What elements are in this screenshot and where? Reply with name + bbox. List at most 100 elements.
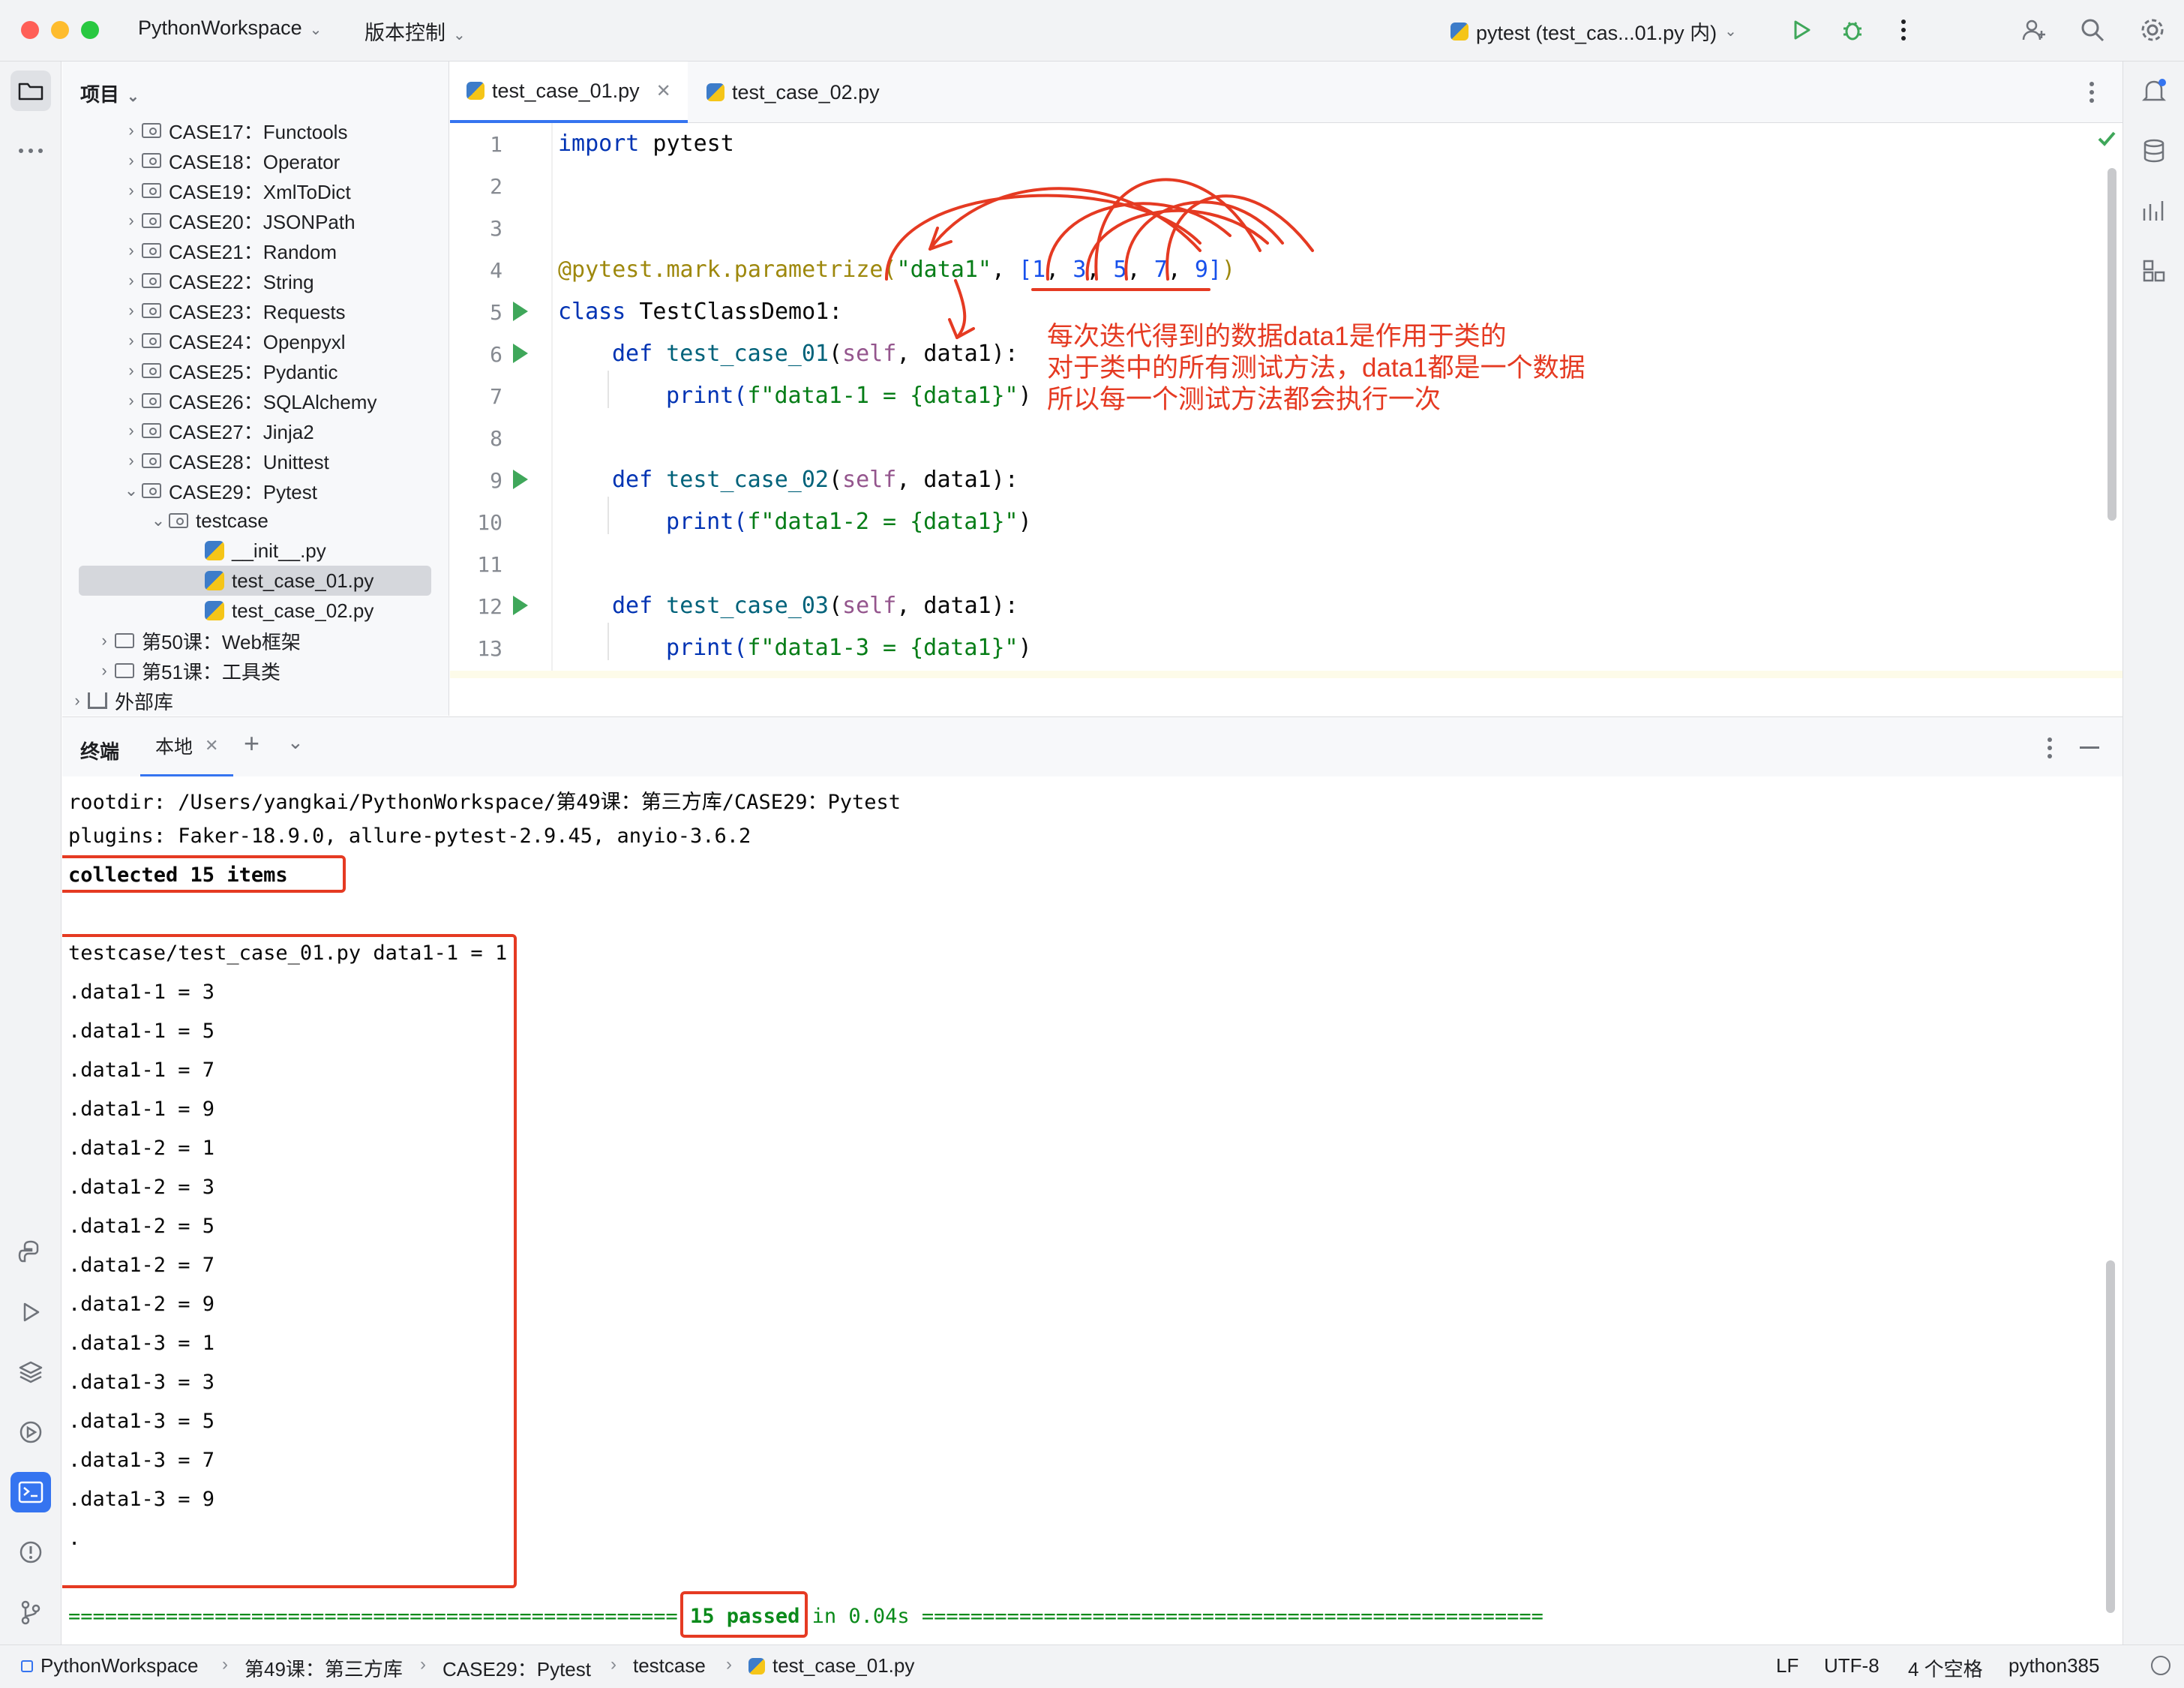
terminal-options-icon[interactable] (2047, 737, 2053, 763)
tab-test-case-02[interactable]: test_case_02.py (690, 62, 896, 123)
package-icon (142, 303, 161, 318)
tree-item-case27[interactable]: › CASE27：Jinja2 (121, 416, 314, 446)
structure-icon[interactable] (2137, 254, 2171, 288)
tree-item-lesson51[interactable]: › 第51课：工具类 (94, 656, 280, 686)
run-config-selector[interactable]: pytest (test_cas...01.py 内) ⌄ (1450, 17, 1737, 46)
terminal-tab-bar: 终端 本地 ✕ + ⌄ (62, 716, 2122, 777)
new-terminal-plus-icon[interactable]: + (244, 728, 260, 759)
tree-item-case26[interactable]: › CASE26：SQLAlchemy (121, 386, 376, 416)
editor-scrollbar[interactable] (2108, 168, 2116, 521)
tree-item-lesson50[interactable]: › 第50课：Web框架 (94, 626, 301, 656)
line-separator[interactable]: LF (1776, 1654, 1798, 1677)
chevron-down-icon: ⌄ (127, 89, 140, 105)
chevron-down-icon: ⌄ (1724, 23, 1737, 40)
tree-item-case20[interactable]: › CASE20：JSONPath (121, 206, 355, 236)
minimize-window-button[interactable] (51, 21, 69, 39)
python-file-icon (706, 83, 724, 101)
notifications-bell-icon[interactable] (2137, 74, 2171, 108)
breadcrumb-separator-icon: › (610, 1654, 616, 1674)
package-icon (142, 153, 161, 168)
annotation-line-3: 所以每一个测试方法都会执行一次 (1047, 385, 1442, 414)
tree-item-external-libs[interactable]: › 外部库 (67, 686, 173, 716)
python-console-icon[interactable] (10, 1232, 51, 1272)
terminal-icon[interactable] (10, 1472, 51, 1512)
debug-button[interactable] (1836, 14, 1869, 47)
code-editor[interactable]: 1 2 3 4 5 6 7 8 9 10 11 12 13 import pyt… (450, 123, 2122, 678)
folder-icon (115, 663, 134, 678)
project-name: PythonWorkspace (138, 17, 302, 39)
breadcrumb-case[interactable]: CASE29：Pytest (442, 1654, 591, 1682)
vcs-menu[interactable]: 版本控制 ⌄ (364, 17, 466, 46)
layers-icon[interactable] (10, 1352, 51, 1392)
minimize-panel-icon[interactable] (2080, 746, 2099, 749)
lock-status-icon[interactable] (2151, 1656, 2170, 1675)
services-icon[interactable] (10, 1412, 51, 1452)
terminal-line: plugins: Faker-18.9.0, allure-pytest-2.9… (68, 824, 752, 848)
tree-item-case18[interactable]: › CASE18：Operator (121, 146, 340, 176)
project-folder-icon[interactable] (10, 71, 51, 111)
package-icon (169, 513, 188, 528)
tree-item-case25[interactable]: › CASE25：Pydantic (121, 356, 338, 386)
settings-gear-icon[interactable] (2136, 14, 2169, 47)
chevron-right-icon: › (128, 151, 134, 170)
search-icon[interactable] (2076, 14, 2109, 47)
chevron-right-icon: › (128, 211, 134, 230)
terminal-output[interactable]: rootdir: /Users/yangkai/PythonWorkspace/… (62, 776, 2122, 1643)
more-tools-icon[interactable] (10, 131, 51, 171)
breadcrumb-lesson[interactable]: 第49课：第三方库 (244, 1654, 403, 1682)
terminal-title: 终端 (80, 740, 120, 763)
project-panel-title[interactable]: 项目 ⌄ (80, 80, 140, 107)
maximize-window-button[interactable] (81, 21, 99, 39)
chevron-right-icon: › (128, 331, 134, 350)
close-tab-icon[interactable]: ✕ (205, 736, 218, 755)
chevron-down-icon: ⌄ (309, 22, 322, 38)
run-tool-icon[interactable] (10, 1292, 51, 1332)
tree-item-case17[interactable]: › CASE17：Functools (121, 116, 347, 146)
terminal-scrollbar[interactable] (2106, 1260, 2115, 1613)
right-tool-strip (2122, 62, 2184, 1644)
tree-item-case29[interactable]: ⌄ CASE29：Pytest (121, 476, 317, 506)
run-button[interactable] (1785, 14, 1818, 47)
indent-setting[interactable]: 4 个空格 (1908, 1654, 1983, 1682)
tab-local[interactable]: 本地 ✕ (140, 717, 234, 777)
package-icon (142, 393, 161, 408)
project-switcher[interactable]: PythonWorkspace ⌄ (138, 17, 322, 40)
close-tab-icon[interactable]: ✕ (656, 80, 671, 102)
breadcrumb-project[interactable]: PythonWorkspace (21, 1654, 199, 1677)
chevron-right-icon: › (128, 301, 134, 320)
add-user-icon[interactable] (2018, 14, 2050, 47)
tab-options-icon[interactable] (2089, 81, 2095, 107)
chevron-right-icon: › (101, 631, 107, 650)
breadcrumb-file[interactable]: test_case_01.py (748, 1654, 914, 1677)
tab-test-case-01[interactable]: test_case_01.py ✕ (450, 62, 688, 123)
file-encoding[interactable]: UTF-8 (1824, 1654, 1880, 1677)
tree-item-test-case-01[interactable]: test_case_01.py (79, 566, 431, 596)
sciview-icon[interactable] (2137, 194, 2171, 228)
tree-item-case22[interactable]: › CASE22：String (121, 266, 314, 296)
chevron-right-icon: › (128, 271, 134, 290)
package-icon (142, 183, 161, 198)
tree-item-test-case-02[interactable]: test_case_02.py (205, 596, 374, 626)
tree-item-case24[interactable]: › CASE24：Openpyxl (121, 326, 345, 356)
chevron-down-icon: ⌄ (151, 511, 166, 530)
breadcrumb-separator-icon: › (420, 1654, 426, 1674)
tree-item-case21[interactable]: › CASE21：Random (121, 236, 337, 266)
python-interpreter[interactable]: python385 (2008, 1654, 2099, 1677)
tree-item-case23[interactable]: › CASE23：Requests (121, 296, 345, 326)
chevron-right-icon: › (128, 451, 134, 470)
chevron-down-icon[interactable]: ⌄ (287, 731, 304, 754)
tree-item-testcase[interactable]: ⌄ testcase (148, 506, 268, 536)
close-window-button[interactable] (21, 21, 39, 39)
chevron-right-icon: › (128, 181, 134, 200)
database-icon[interactable] (2137, 134, 2171, 168)
tree-item-case28[interactable]: › CASE28：Unittest (121, 446, 329, 476)
package-icon (142, 423, 161, 438)
tree-item-case19[interactable]: › CASE19：XmlToDict (121, 176, 350, 206)
git-branch-icon[interactable] (10, 1592, 51, 1632)
package-icon (142, 273, 161, 288)
more-actions-icon[interactable] (1887, 14, 1920, 47)
problems-icon[interactable] (10, 1532, 51, 1572)
package-icon (142, 333, 161, 348)
breadcrumb-folder[interactable]: testcase (633, 1654, 706, 1677)
tree-item-init-py[interactable]: __init__.py (205, 536, 326, 566)
